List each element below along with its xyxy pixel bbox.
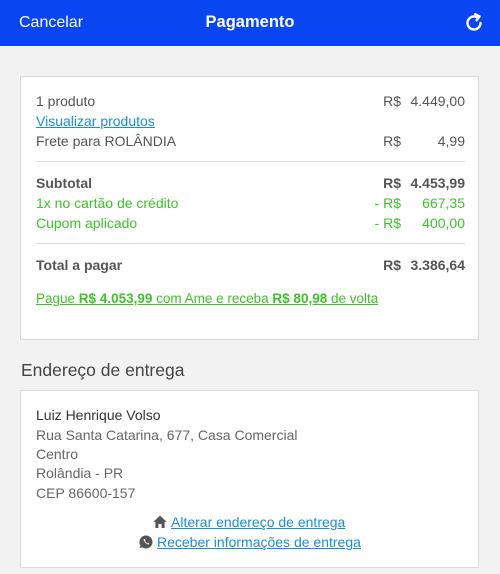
- coupon-label: Cupom aplicado: [36, 215, 138, 231]
- order-summary-card: 1 produto R$ 4.449,00 Visualizar produto…: [20, 76, 479, 340]
- page-title: Pagamento: [205, 13, 295, 31]
- home-icon: [153, 515, 167, 528]
- refresh-icon[interactable]: [462, 11, 486, 35]
- divider: [36, 161, 465, 162]
- delivery-address-card: Luiz Henrique Volso Rua Santa Catarina, …: [20, 390, 479, 568]
- change-address-label: Alterar endereço de entrega: [171, 514, 346, 530]
- products-currency: R$: [383, 93, 401, 109]
- subtotal-amount: 4.453,99: [410, 175, 466, 191]
- subtotal-currency: R$: [383, 175, 401, 191]
- shipping-label: Frete para ROLÂNDIA: [36, 133, 177, 149]
- delivery-section-title: Endereço de entrega: [21, 360, 185, 380]
- address-zip: CEP 86600-157: [36, 485, 136, 501]
- card-discount-label: 1x no cartão de crédito: [36, 195, 179, 211]
- total-label: Total a pagar: [36, 257, 123, 273]
- promo-pay-amount: R$ 4.053,99: [78, 291, 153, 306]
- promo-cashback-amount: R$ 80,98: [272, 291, 328, 306]
- card-discount-currency: - R$: [374, 195, 401, 211]
- view-products-link[interactable]: Visualizar produtos: [36, 112, 155, 130]
- promo-suffix: de volta: [327, 291, 379, 306]
- promo-middle: com Ame e receba: [152, 291, 273, 306]
- products-amount: 4.449,00: [410, 93, 466, 109]
- promo-prefix: Pague: [36, 291, 79, 306]
- address-street: Rua Santa Catarina, 677, Casa Comercial: [36, 427, 298, 443]
- change-address-button[interactable]: Alterar endereço de entrega: [152, 513, 362, 531]
- recipient-name: Luiz Henrique Volso: [36, 407, 161, 423]
- shipping-amount: 4,99: [437, 133, 465, 149]
- coupon-currency: - R$: [374, 215, 401, 231]
- divider: [36, 243, 465, 244]
- ame-cashback-link[interactable]: Pague R$ 4.053,99 com Ame e receba R$ 80…: [36, 291, 378, 306]
- address-city: Rolândia - PR: [36, 465, 124, 481]
- address-district: Centro: [36, 446, 79, 462]
- whatsapp-icon: [139, 535, 153, 549]
- subtotal-label: Subtotal: [36, 175, 92, 191]
- receive-delivery-info-label: Receber informações de entrega: [157, 534, 361, 550]
- shipping-currency: R$: [383, 133, 401, 149]
- receive-delivery-info-button[interactable]: Receber informações de entrega: [138, 533, 370, 551]
- products-label: 1 produto: [36, 93, 96, 109]
- total-amount: 3.386,64: [410, 257, 466, 273]
- coupon-amount: 400,00: [422, 215, 465, 231]
- total-currency: R$: [383, 257, 401, 273]
- top-bar: Cancelar Pagamento: [0, 0, 500, 46]
- card-discount-amount: 667,35: [422, 195, 465, 211]
